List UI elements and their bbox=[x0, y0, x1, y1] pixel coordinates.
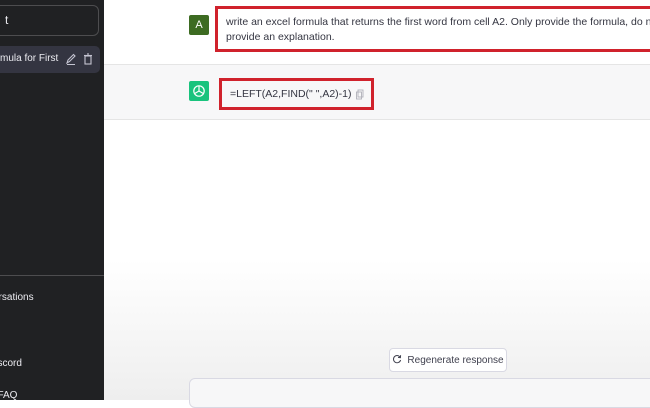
sidebar: t mula for First versations de Discord &… bbox=[0, 0, 104, 400]
regenerate-label: Regenerate response bbox=[407, 354, 504, 366]
assistant-message-row bbox=[104, 65, 650, 120]
sidebar-bottom-divider bbox=[0, 275, 104, 276]
sidebar-item-clear-conversations[interactable]: versations bbox=[0, 288, 104, 310]
user-message-text: write an excel formula that returns the … bbox=[226, 16, 650, 43]
chat-title: mula for First bbox=[0, 53, 59, 64]
sidebar-chat-item-active[interactable]: mula for First bbox=[0, 46, 100, 73]
sidebar-item-label: versations bbox=[0, 292, 34, 303]
edit-icon[interactable] bbox=[65, 52, 77, 66]
openai-logo-icon bbox=[193, 85, 205, 97]
assistant-message-highlight: =LEFT(A2,FIND(" ",A2)-1) bbox=[219, 78, 374, 110]
user-message-highlight: write an excel formula that returns the … bbox=[215, 6, 650, 52]
new-chat-label: t bbox=[5, 13, 9, 27]
chat-main: A write an excel formula that returns th… bbox=[104, 0, 650, 408]
sidebar-item-discord[interactable]: Discord bbox=[0, 354, 104, 376]
regenerate-response-button[interactable]: Regenerate response bbox=[389, 348, 507, 372]
refresh-icon bbox=[392, 354, 402, 367]
assistant-message-text: =LEFT(A2,FIND(" ",A2)-1) bbox=[230, 88, 352, 100]
message-input[interactable] bbox=[189, 378, 650, 408]
sidebar-item-faq[interactable]: & FAQ bbox=[0, 386, 104, 400]
sidebar-item-mode[interactable]: de bbox=[0, 321, 104, 343]
trash-icon[interactable] bbox=[82, 52, 94, 66]
sidebar-item-label: Discord bbox=[0, 358, 22, 369]
assistant-avatar bbox=[189, 81, 209, 101]
copy-icon[interactable] bbox=[355, 88, 365, 100]
sidebar-item-label: & FAQ bbox=[0, 390, 18, 400]
new-chat-button[interactable]: t bbox=[0, 5, 99, 36]
user-avatar: A bbox=[189, 15, 209, 35]
